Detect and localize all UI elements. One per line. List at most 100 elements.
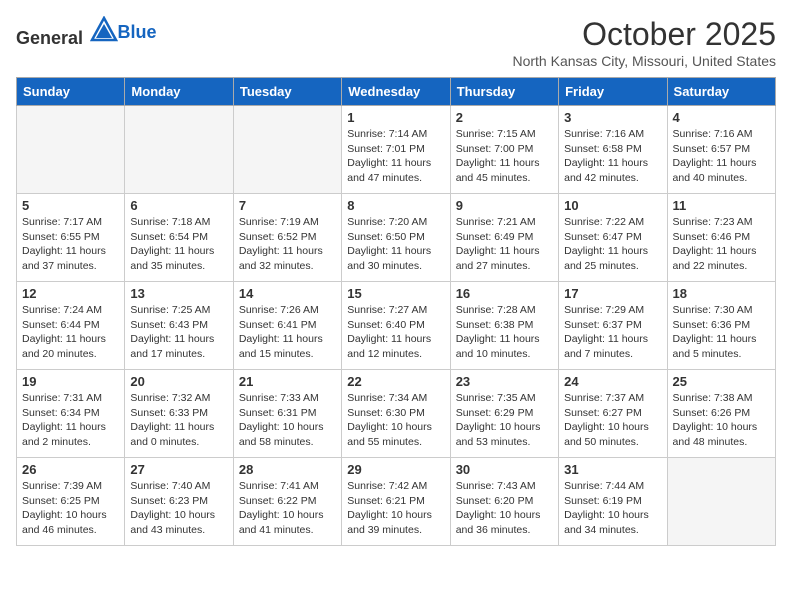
calendar-day-cell: 4 Sunrise: 7:16 AM Sunset: 6:57 PM Daylig… [667,106,775,194]
calendar-day-cell: 17 Sunrise: 7:29 AM Sunset: 6:37 PM Dayli… [559,282,667,370]
day-info: Sunrise: 7:39 AM Sunset: 6:25 PM Dayligh… [22,479,119,538]
day-number: 12 [22,286,119,301]
calendar-table: SundayMondayTuesdayWednesdayThursdayFrid… [16,77,776,546]
day-number: 24 [564,374,661,389]
day-number: 1 [347,110,444,125]
calendar-day-cell: 12 Sunrise: 7:24 AM Sunset: 6:44 PM Dayli… [17,282,125,370]
logo-general: General [16,28,83,48]
day-number: 10 [564,198,661,213]
calendar-day-cell [17,106,125,194]
calendar-day-cell: 3 Sunrise: 7:16 AM Sunset: 6:58 PM Daylig… [559,106,667,194]
calendar-day-cell: 22 Sunrise: 7:34 AM Sunset: 6:30 PM Dayli… [342,370,450,458]
day-header-wednesday: Wednesday [342,78,450,106]
day-info: Sunrise: 7:43 AM Sunset: 6:20 PM Dayligh… [456,479,553,538]
logo-blue: Blue [118,22,157,42]
day-header-saturday: Saturday [667,78,775,106]
day-info: Sunrise: 7:16 AM Sunset: 6:58 PM Dayligh… [564,127,661,186]
logo-icon [90,16,118,44]
calendar-day-cell [125,106,233,194]
day-info: Sunrise: 7:24 AM Sunset: 6:44 PM Dayligh… [22,303,119,362]
day-info: Sunrise: 7:23 AM Sunset: 6:46 PM Dayligh… [673,215,770,274]
calendar-day-cell: 24 Sunrise: 7:37 AM Sunset: 6:27 PM Dayli… [559,370,667,458]
logo: General Blue [16,16,157,49]
calendar-day-cell: 15 Sunrise: 7:27 AM Sunset: 6:40 PM Dayli… [342,282,450,370]
day-info: Sunrise: 7:19 AM Sunset: 6:52 PM Dayligh… [239,215,336,274]
day-number: 30 [456,462,553,477]
day-number: 6 [130,198,227,213]
title-block: October 2025 North Kansas City, Missouri… [512,16,776,69]
day-info: Sunrise: 7:17 AM Sunset: 6:55 PM Dayligh… [22,215,119,274]
day-info: Sunrise: 7:18 AM Sunset: 6:54 PM Dayligh… [130,215,227,274]
calendar-day-cell: 6 Sunrise: 7:18 AM Sunset: 6:54 PM Daylig… [125,194,233,282]
calendar-week-row: 26 Sunrise: 7:39 AM Sunset: 6:25 PM Dayli… [17,458,776,546]
day-number: 15 [347,286,444,301]
day-header-thursday: Thursday [450,78,558,106]
calendar-day-cell: 1 Sunrise: 7:14 AM Sunset: 7:01 PM Daylig… [342,106,450,194]
day-number: 27 [130,462,227,477]
day-number: 29 [347,462,444,477]
calendar-day-cell: 21 Sunrise: 7:33 AM Sunset: 6:31 PM Dayli… [233,370,341,458]
day-number: 5 [22,198,119,213]
day-number: 22 [347,374,444,389]
day-number: 20 [130,374,227,389]
day-info: Sunrise: 7:22 AM Sunset: 6:47 PM Dayligh… [564,215,661,274]
day-number: 11 [673,198,770,213]
day-number: 31 [564,462,661,477]
day-info: Sunrise: 7:37 AM Sunset: 6:27 PM Dayligh… [564,391,661,450]
day-info: Sunrise: 7:27 AM Sunset: 6:40 PM Dayligh… [347,303,444,362]
day-info: Sunrise: 7:20 AM Sunset: 6:50 PM Dayligh… [347,215,444,274]
calendar-week-row: 1 Sunrise: 7:14 AM Sunset: 7:01 PM Daylig… [17,106,776,194]
day-info: Sunrise: 7:16 AM Sunset: 6:57 PM Dayligh… [673,127,770,186]
day-info: Sunrise: 7:40 AM Sunset: 6:23 PM Dayligh… [130,479,227,538]
calendar-day-cell: 11 Sunrise: 7:23 AM Sunset: 6:46 PM Dayli… [667,194,775,282]
day-number: 3 [564,110,661,125]
calendar-day-cell: 13 Sunrise: 7:25 AM Sunset: 6:43 PM Dayli… [125,282,233,370]
day-info: Sunrise: 7:26 AM Sunset: 6:41 PM Dayligh… [239,303,336,362]
calendar-week-row: 19Sunrise: 7:31 AM Sunset: 6:34 PM Dayli… [17,370,776,458]
day-info: Sunrise: 7:21 AM Sunset: 6:49 PM Dayligh… [456,215,553,274]
day-number: 16 [456,286,553,301]
calendar-day-cell: 14Sunrise: 7:26 AM Sunset: 6:41 PM Dayli… [233,282,341,370]
day-number: 21 [239,374,336,389]
calendar-day-cell: 19Sunrise: 7:31 AM Sunset: 6:34 PM Dayli… [17,370,125,458]
day-number: 19 [22,374,119,389]
day-info: Sunrise: 7:34 AM Sunset: 6:30 PM Dayligh… [347,391,444,450]
day-number: 26 [22,462,119,477]
calendar-title: October 2025 [512,16,776,53]
day-number: 17 [564,286,661,301]
day-info: Sunrise: 7:29 AM Sunset: 6:37 PM Dayligh… [564,303,661,362]
calendar-day-cell [233,106,341,194]
calendar-day-cell: 5 Sunrise: 7:17 AM Sunset: 6:55 PM Daylig… [17,194,125,282]
day-info: Sunrise: 7:38 AM Sunset: 6:26 PM Dayligh… [673,391,770,450]
day-info: Sunrise: 7:30 AM Sunset: 6:36 PM Dayligh… [673,303,770,362]
calendar-subtitle: North Kansas City, Missouri, United Stat… [512,53,776,69]
day-info: Sunrise: 7:25 AM Sunset: 6:43 PM Dayligh… [130,303,227,362]
calendar-day-cell: 29Sunrise: 7:42 AM Sunset: 6:21 PM Dayli… [342,458,450,546]
day-number: 23 [456,374,553,389]
calendar-day-cell: 7 Sunrise: 7:19 AM Sunset: 6:52 PM Daylig… [233,194,341,282]
calendar-day-cell: 30 Sunrise: 7:43 AM Sunset: 6:20 PM Dayli… [450,458,558,546]
day-number: 7 [239,198,336,213]
day-info: Sunrise: 7:14 AM Sunset: 7:01 PM Dayligh… [347,127,444,186]
calendar-header-row: SundayMondayTuesdayWednesdayThursdayFrid… [17,78,776,106]
calendar-week-row: 12 Sunrise: 7:24 AM Sunset: 6:44 PM Dayli… [17,282,776,370]
calendar-day-cell: 27 Sunrise: 7:40 AM Sunset: 6:23 PM Dayli… [125,458,233,546]
calendar-day-cell: 20Sunrise: 7:32 AM Sunset: 6:33 PM Dayli… [125,370,233,458]
page-header: General Blue October 2025 North Kansas C… [16,16,776,69]
calendar-day-cell: 9Sunrise: 7:21 AM Sunset: 6:49 PM Daylig… [450,194,558,282]
day-info: Sunrise: 7:41 AM Sunset: 6:22 PM Dayligh… [239,479,336,538]
calendar-day-cell: 16Sunrise: 7:28 AM Sunset: 6:38 PM Dayli… [450,282,558,370]
calendar-day-cell: 28 Sunrise: 7:41 AM Sunset: 6:22 PM Dayli… [233,458,341,546]
day-number: 13 [130,286,227,301]
day-header-monday: Monday [125,78,233,106]
calendar-day-cell: 8 Sunrise: 7:20 AM Sunset: 6:50 PM Daylig… [342,194,450,282]
calendar-day-cell: 26 Sunrise: 7:39 AM Sunset: 6:25 PM Dayli… [17,458,125,546]
calendar-day-cell: 18Sunrise: 7:30 AM Sunset: 6:36 PM Dayli… [667,282,775,370]
day-number: 8 [347,198,444,213]
calendar-day-cell: 25 Sunrise: 7:38 AM Sunset: 6:26 PM Dayli… [667,370,775,458]
day-number: 4 [673,110,770,125]
calendar-day-cell: 10 Sunrise: 7:22 AM Sunset: 6:47 PM Dayli… [559,194,667,282]
day-info: Sunrise: 7:33 AM Sunset: 6:31 PM Dayligh… [239,391,336,450]
day-number: 25 [673,374,770,389]
day-number: 28 [239,462,336,477]
